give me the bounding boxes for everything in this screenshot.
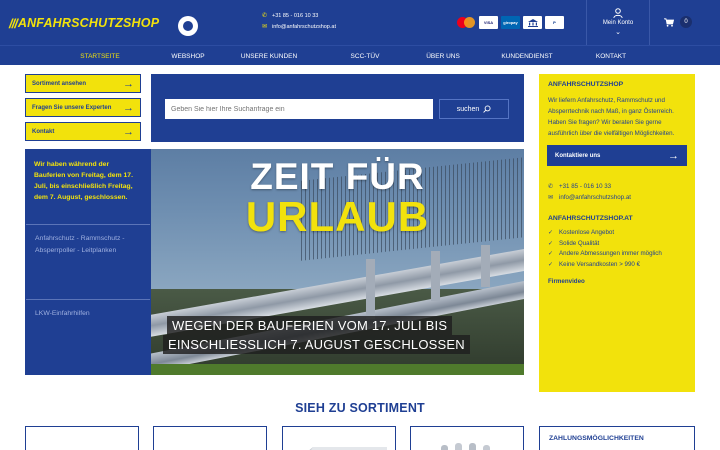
payment-logos: VISA giropay P bbox=[457, 16, 564, 29]
usp-item: ✓ Keine Versandkosten > 990 € bbox=[548, 260, 662, 271]
mastercard-icon bbox=[457, 16, 476, 29]
payment-options-title: ZAHLUNGSMÖGLICHKEITEN bbox=[549, 435, 644, 442]
info-title: ANFAHRSCHUTZSHOP bbox=[548, 81, 624, 88]
experten-fragen-button[interactable]: Fragen Sie unsere Experten → bbox=[25, 98, 141, 117]
giropay-icon: giropay bbox=[501, 16, 520, 29]
main-navigation: STARTSEITE WEBSHOP UNSERE KUNDEN SCC-TÜV… bbox=[0, 45, 720, 65]
holiday-notice: Wir haben während der Bauferien von Frei… bbox=[34, 161, 133, 201]
header-phone[interactable]: +31 85 - 016 10 33 bbox=[272, 13, 318, 19]
cart-count-badge: 0 bbox=[680, 16, 692, 28]
usp-title: ANFAHRSCHUTZSHOP.AT bbox=[548, 215, 633, 222]
search-panel: suchen bbox=[151, 74, 524, 142]
phone-icon: ✆ bbox=[262, 13, 268, 19]
nav-kundendienst[interactable]: KUNDENDIENST bbox=[486, 46, 568, 66]
info-text: Wir liefern Anfahrschutz, Rammschutz und… bbox=[548, 97, 675, 137]
chevron-down-icon: ⌄ bbox=[615, 29, 621, 36]
nav-webshop[interactable]: WEBSHOP bbox=[168, 46, 208, 66]
arrow-right-icon: → bbox=[123, 125, 134, 138]
usp-item: ✓ Andere Abmessungen immer möglich bbox=[548, 249, 662, 260]
header: /// ANFAHRSCHUTZSHOP ✆ +31 85 - 016 10 33… bbox=[0, 0, 720, 45]
phone-icon: ✆ bbox=[548, 184, 554, 190]
kontaktiere-uns-label: Kontaktiere uns bbox=[555, 152, 601, 159]
mail-icon: ✉ bbox=[548, 195, 554, 201]
payment-options-box: ZAHLUNGSMÖGLICHKEITEN bbox=[539, 426, 695, 450]
cart-button[interactable]: 0 bbox=[664, 16, 692, 28]
visa-icon: VISA bbox=[479, 16, 498, 29]
product-card[interactable] bbox=[25, 426, 139, 450]
category-lkw-einfahrhilfen[interactable]: LKW-Einfahrhilfen bbox=[26, 299, 150, 374]
experten-fragen-label: Fragen Sie unsere Experten bbox=[32, 104, 112, 111]
info-panel: ANFAHRSCHUTZSHOP Wir liefern Anfahrschut… bbox=[539, 74, 695, 392]
info-email[interactable]: ✉ info@anfahrschutzshop.at bbox=[548, 194, 631, 201]
nav-scc-tuev[interactable]: SCC-TÜV bbox=[330, 46, 400, 66]
search-button-label: suchen bbox=[456, 105, 480, 113]
hero-caption-line2: EINSCHLIESSLICH 7. AUGUST GESCHLOSSEN bbox=[163, 335, 470, 354]
nav-unsere-kunden[interactable]: UNSERE KUNDEN bbox=[208, 46, 330, 66]
search-input[interactable] bbox=[165, 99, 433, 119]
info-phone[interactable]: ✆ +31 85 - 016 10 33 bbox=[548, 183, 611, 190]
search-icon bbox=[483, 105, 491, 113]
product-image bbox=[441, 443, 490, 450]
header-email[interactable]: info@anfahrschutzshop.at bbox=[272, 24, 336, 30]
usp-item: ✓ Solide Qualität bbox=[548, 239, 662, 250]
hero-caption-line1: WEGEN DER BAUFERIEN VOM 17. JULI BIS bbox=[167, 316, 453, 335]
quality-seal-icon bbox=[178, 16, 198, 36]
hero-subtitle: URLAUB bbox=[245, 193, 430, 240]
kontaktiere-uns-button[interactable]: Kontaktiere uns → bbox=[547, 145, 687, 166]
paypal-icon: P bbox=[545, 16, 564, 29]
arrow-right-icon: → bbox=[123, 101, 134, 114]
logo-bars: /// bbox=[9, 15, 18, 31]
bank-transfer-icon bbox=[523, 16, 542, 29]
check-icon: ✓ bbox=[548, 261, 554, 268]
mail-icon: ✉ bbox=[262, 24, 268, 30]
check-icon: ✓ bbox=[548, 240, 554, 247]
logo-text: ANFAHRSCHUTZSHOP bbox=[17, 16, 160, 30]
kontakt-label: Kontakt bbox=[32, 128, 55, 135]
usp-list: ✓ Kostenlose Angebot ✓ Solide Qualität ✓ An… bbox=[548, 228, 662, 270]
user-icon bbox=[613, 8, 623, 18]
usp-item: ✓ Kostenlose Angebot bbox=[548, 228, 662, 239]
nav-ueber-uns[interactable]: ÜBER UNS bbox=[400, 46, 486, 66]
product-card[interactable] bbox=[410, 426, 524, 450]
search-button[interactable]: suchen bbox=[439, 99, 509, 119]
product-card[interactable] bbox=[153, 426, 267, 450]
nav-kontakt[interactable]: KONTAKT bbox=[568, 46, 654, 66]
product-card[interactable] bbox=[282, 426, 396, 450]
check-icon: ✓ bbox=[548, 230, 554, 236]
kontakt-button[interactable]: Kontakt → bbox=[25, 122, 141, 141]
account-label: Mein Konto bbox=[602, 20, 634, 26]
category-anfahrschutz[interactable]: Anfahrschutz - Rammschutz - Absperrpolle… bbox=[26, 224, 150, 299]
hero-banner[interactable]: ZEIT FÜR URLAUB WEGEN DER BAUFERIEN VOM … bbox=[151, 149, 524, 375]
sortiment-ansehen-button[interactable]: Sortiment ansehen → bbox=[25, 74, 141, 93]
cart-icon bbox=[664, 17, 674, 27]
site-logo[interactable]: /// ANFAHRSCHUTZSHOP bbox=[9, 14, 159, 32]
category-sidebar: Wir haben während der Bauferien von Frei… bbox=[25, 149, 151, 375]
section-title: SIEH ZU SORTIMENT bbox=[295, 401, 425, 415]
hero-title: ZEIT FÜR bbox=[250, 156, 425, 197]
product-image bbox=[309, 447, 387, 450]
arrow-right-icon: → bbox=[123, 77, 134, 90]
check-icon: ✓ bbox=[548, 251, 554, 257]
firmenvideo-link[interactable]: Firmenvideo bbox=[548, 278, 585, 285]
header-contact: ✆ +31 85 - 016 10 33 ✉ info@anfahrschutzsh… bbox=[262, 11, 336, 33]
sortiment-ansehen-label: Sortiment ansehen bbox=[32, 80, 87, 87]
account-button[interactable]: Mein Konto ⌄ bbox=[586, 0, 650, 45]
arrow-right-icon: → bbox=[668, 149, 679, 162]
